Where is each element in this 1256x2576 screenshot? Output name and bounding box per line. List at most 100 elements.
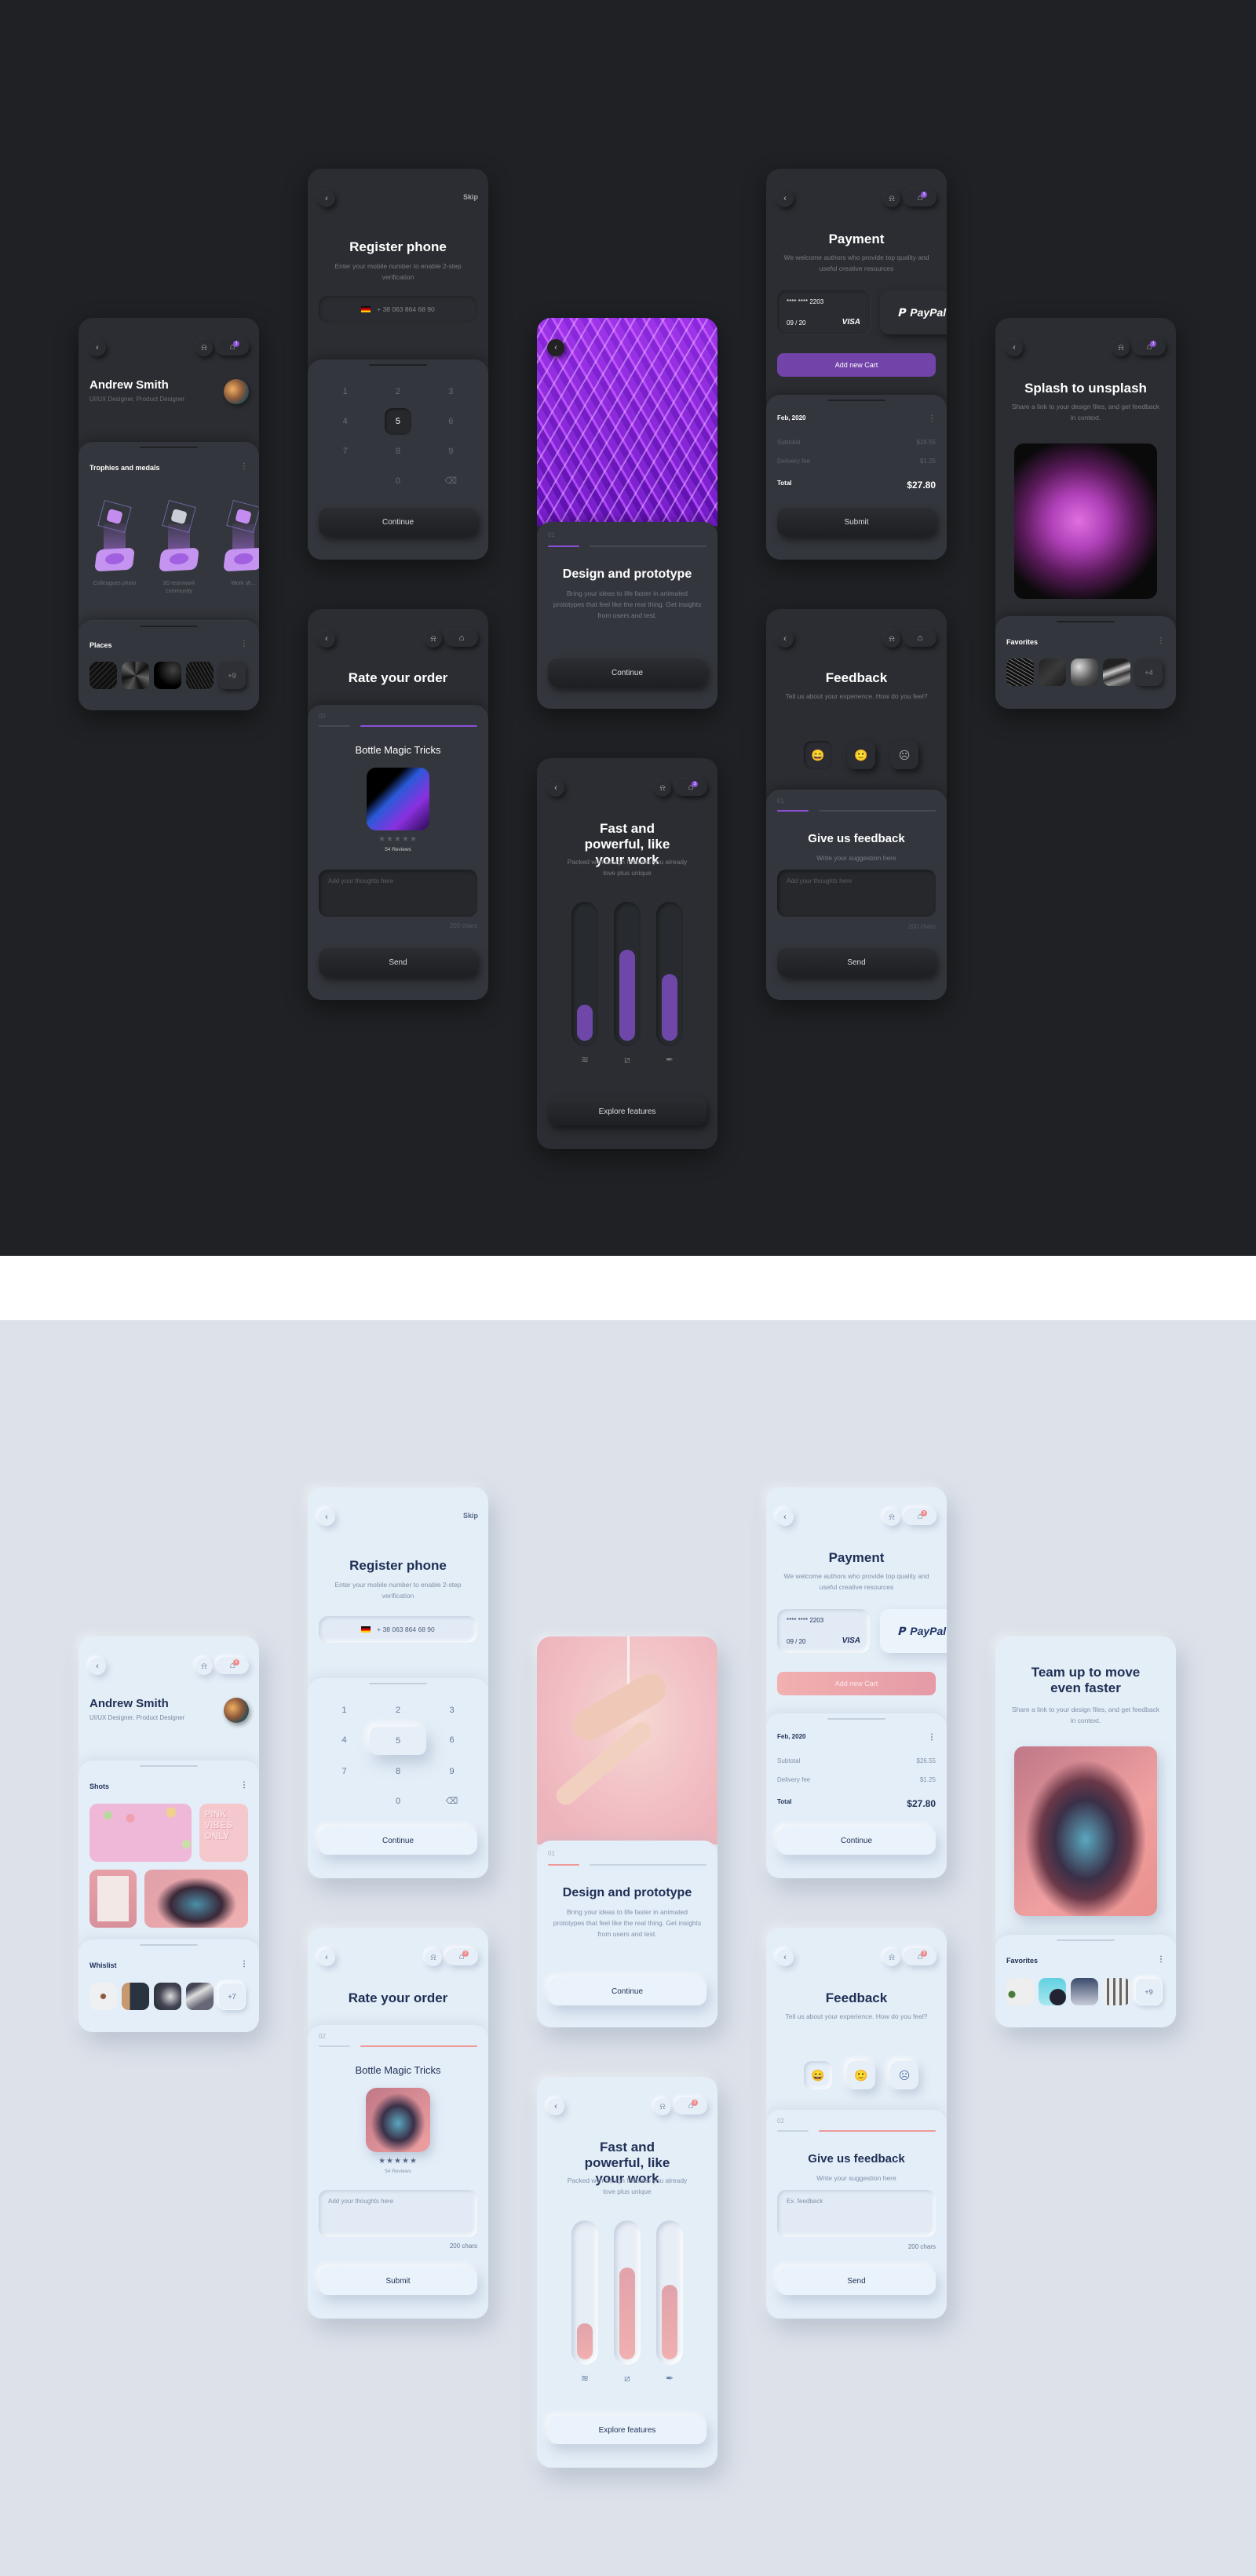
place-thumbnail[interactable] [154,662,181,689]
keypad-key[interactable]: 7 [319,1763,370,1780]
sheet-handle[interactable] [140,1944,198,1946]
shot-thumbnail[interactable] [89,1804,192,1862]
crop-icon[interactable]: ⧄ [614,2373,641,2384]
keypad-key[interactable]: 3 [426,1702,477,1719]
back-button[interactable]: ‹ [776,630,794,648]
featured-image[interactable] [1014,1746,1157,1916]
notifications-button[interactable]: ⍾ [654,779,671,797]
emoji-smile-button[interactable]: 🙂 [847,2061,875,2089]
place-thumbnail[interactable] [186,662,214,689]
send-button[interactable]: Send [777,948,936,976]
rating-stars[interactable]: ★★★★★ [308,2157,488,2166]
sheet-handle[interactable] [369,364,427,366]
feedback-textarea[interactable]: Add your thoughts here [777,870,936,917]
paypal-card[interactable]: 𝗣 PayPal [880,1609,947,1653]
send-button[interactable]: Send [319,948,477,976]
avatar[interactable] [224,379,249,404]
cart-button[interactable]: ⌂ 3 [445,1948,478,1965]
keypad-key[interactable]: 9 [425,443,477,460]
keypad-key[interactable]: 5 [370,1727,426,1755]
pen-icon[interactable]: ✒ [656,1054,683,1066]
emoji-sad-button[interactable]: ☹ [890,741,918,769]
trophy-item[interactable]: 3D teamwork community [154,498,204,596]
back-button[interactable]: ‹ [776,190,794,207]
credit-card[interactable]: **** **** 2203 09 / 20 VISA [777,290,870,334]
send-button[interactable]: Send [777,2267,936,2295]
back-button[interactable]: ‹ [318,1949,335,1966]
favorites-more-button[interactable]: +4 [1135,659,1163,686]
keypad-key[interactable]: 0 [370,1793,426,1810]
favorite-thumbnail[interactable] [1006,659,1034,686]
cart-button[interactable]: ⌂ 3 [904,1948,937,1965]
cart-button[interactable]: ⌂ 3 [674,2097,707,2114]
more-icon[interactable]: ⋮ [1157,1955,1165,1964]
continue-button[interactable]: Continue [548,659,706,687]
back-button[interactable]: ‹ [547,2098,564,2115]
keypad-key[interactable]: 0 [371,473,424,490]
rating-stars[interactable]: ★★★★★ [308,835,488,844]
notifications-button[interactable]: ⍾ [195,1658,213,1675]
avatar[interactable] [224,1698,249,1723]
keypad-key[interactable]: 6 [426,1731,477,1749]
notifications-button[interactable]: ⍾ [425,630,442,648]
submit-button[interactable]: Submit [777,508,936,536]
notifications-button[interactable]: ⍾ [883,1949,900,1966]
emoji-happy-button[interactable]: 😄 [804,741,832,769]
cart-button[interactable]: ⌂ 3 [904,189,937,206]
feature-slider[interactable] [656,2220,683,2365]
crop-icon[interactable]: ⧄ [614,1054,641,1066]
cart-button[interactable]: ⌂ 3 [1133,338,1166,356]
back-button[interactable]: ‹ [318,630,335,648]
trophy-item[interactable]: Work sh... [218,498,259,596]
places-more-button[interactable]: +9 [218,662,246,689]
keypad-key[interactable]: 5 [384,408,411,435]
place-thumbnail[interactable] [122,662,149,689]
back-button[interactable]: ‹ [89,339,106,356]
credit-card[interactable]: **** **** 2203 09 / 20 VISA [777,1609,870,1653]
keypad-key[interactable]: 3 [425,383,477,400]
notifications-button[interactable]: ⍾ [654,2098,671,2115]
sheet-handle[interactable] [827,400,885,401]
featured-image[interactable] [1014,443,1157,599]
feature-slider[interactable] [571,902,598,1046]
emoji-smile-button[interactable]: 🙂 [847,741,875,769]
sheet-handle[interactable] [140,1765,198,1767]
emoji-happy-button[interactable]: 😄 [804,2061,832,2089]
more-icon[interactable]: ⋮ [928,1733,936,1742]
favorite-thumbnail[interactable] [1103,1978,1130,2005]
paypal-card[interactable]: 𝗣 PayPal [880,290,947,334]
feature-slider[interactable] [656,902,683,1046]
explore-features-button[interactable]: Explore features [548,1097,706,1126]
cart-button[interactable]: ⌂ 3 [904,1508,937,1525]
explore-features-button[interactable]: Explore features [548,2416,706,2444]
continue-button[interactable]: Continue [319,508,477,536]
notifications-button[interactable]: ⍾ [1112,339,1130,356]
place-thumbnail[interactable] [89,662,117,689]
layers-icon[interactable]: ≋ [571,2373,598,2384]
shot-thumbnail[interactable] [89,1870,137,1928]
skip-link[interactable]: Skip [463,1512,478,1520]
cart-button[interactable]: ⌂ [904,629,937,647]
wishlist-thumbnail[interactable] [89,1983,117,2010]
add-card-button[interactable]: Add new Cart [777,353,936,377]
keypad-key[interactable]: 2 [371,383,424,400]
favorite-thumbnail[interactable] [1103,659,1130,686]
continue-button[interactable]: Continue [319,1826,477,1855]
trophy-item[interactable]: Colleagues photo [89,498,140,596]
keypad-key[interactable]: 4 [319,413,371,430]
submit-button[interactable]: Submit [319,2267,477,2295]
pen-icon[interactable]: ✒ [656,2373,683,2384]
favorite-thumbnail[interactable] [1071,1978,1098,2005]
feature-slider[interactable] [614,902,641,1046]
skip-link[interactable]: Skip [463,193,478,201]
back-button[interactable]: ‹ [776,1509,794,1526]
wishlist-more-button[interactable]: +7 [218,1983,246,2010]
back-button[interactable]: ‹ [547,779,564,797]
shot-thumbnail[interactable] [144,1870,248,1928]
keypad-key[interactable]: 1 [319,1702,370,1719]
feature-slider[interactable] [614,2220,641,2365]
shot-thumbnail[interactable]: PINK VIBES ONLY [199,1804,248,1862]
keypad-key[interactable]: 6 [425,413,477,430]
sheet-handle[interactable] [369,1683,427,1684]
notifications-button[interactable]: ⍾ [883,630,900,648]
